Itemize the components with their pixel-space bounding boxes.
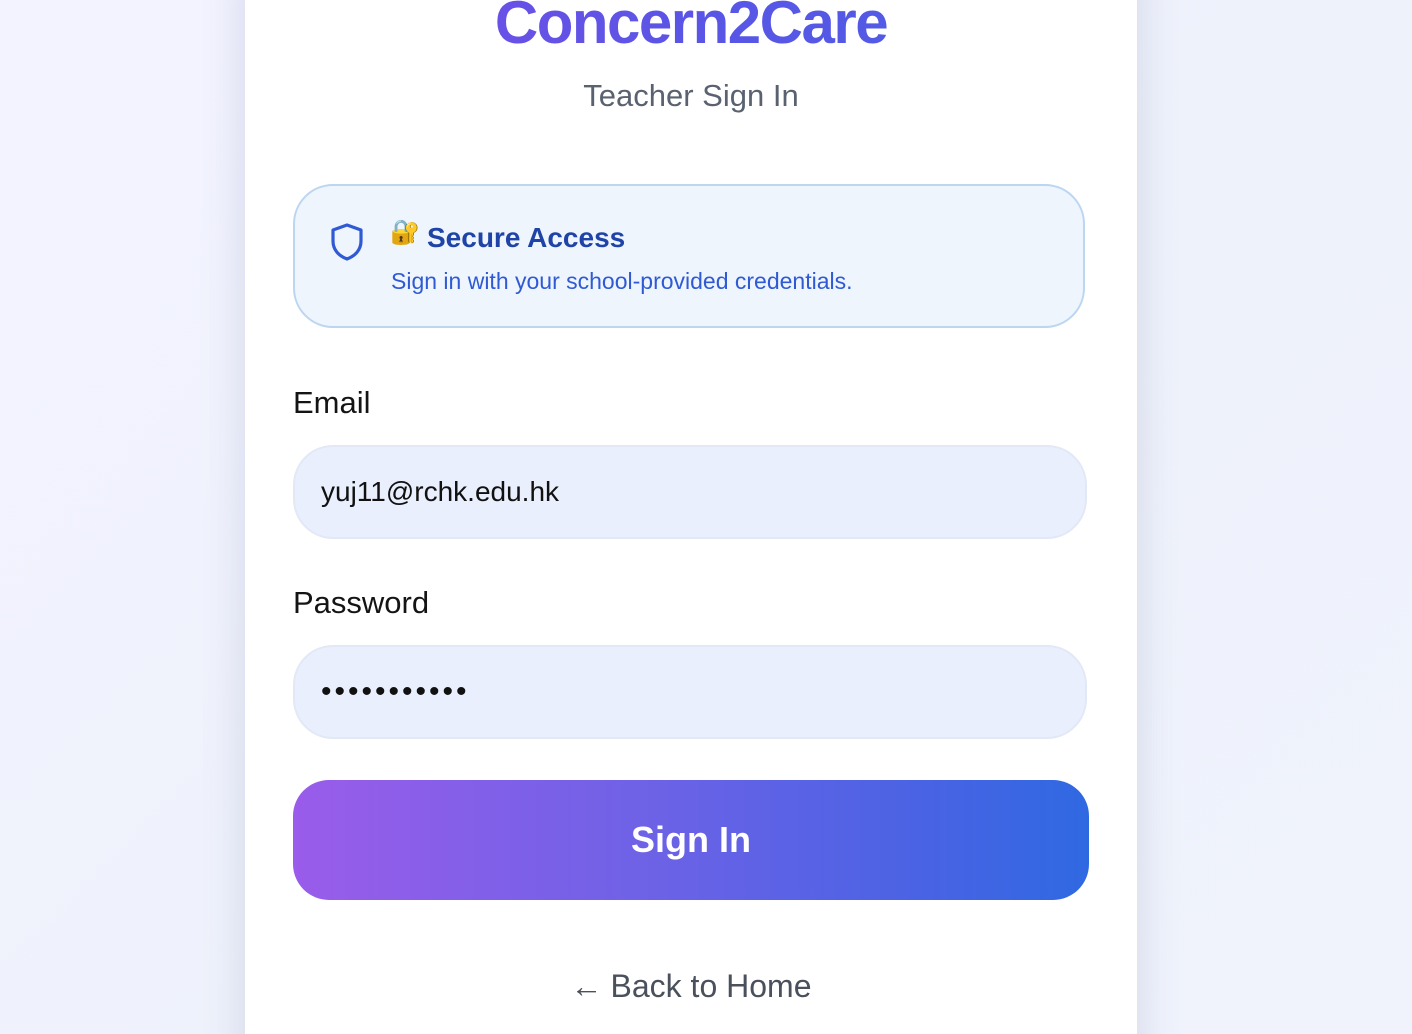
notice-title: Secure Access — [427, 222, 626, 253]
email-field[interactable] — [293, 445, 1087, 539]
back-to-home-label: Back to Home — [610, 968, 812, 1004]
notice-description: Sign in with your school-provided creden… — [391, 268, 853, 294]
password-label: Password — [293, 585, 430, 620]
sign-in-card: Concern2Care Teacher Sign In 🔐 Secure Ac… — [245, 0, 1137, 1034]
password-field[interactable] — [293, 645, 1087, 739]
lock-icon: 🔐 — [390, 219, 420, 246]
sign-in-button[interactable]: Sign In — [293, 780, 1089, 900]
shield-icon — [331, 223, 363, 261]
back-to-home-link[interactable]: ← Back to Home — [245, 968, 1137, 1005]
secure-access-notice: 🔐 Secure Access Sign in with your school… — [293, 184, 1085, 328]
page-subtitle: Teacher Sign In — [583, 78, 799, 113]
email-label: Email — [293, 385, 371, 420]
arrow-left-icon: ← — [570, 968, 603, 1004]
brand-logo-text: Concern2Care — [245, 0, 1137, 63]
